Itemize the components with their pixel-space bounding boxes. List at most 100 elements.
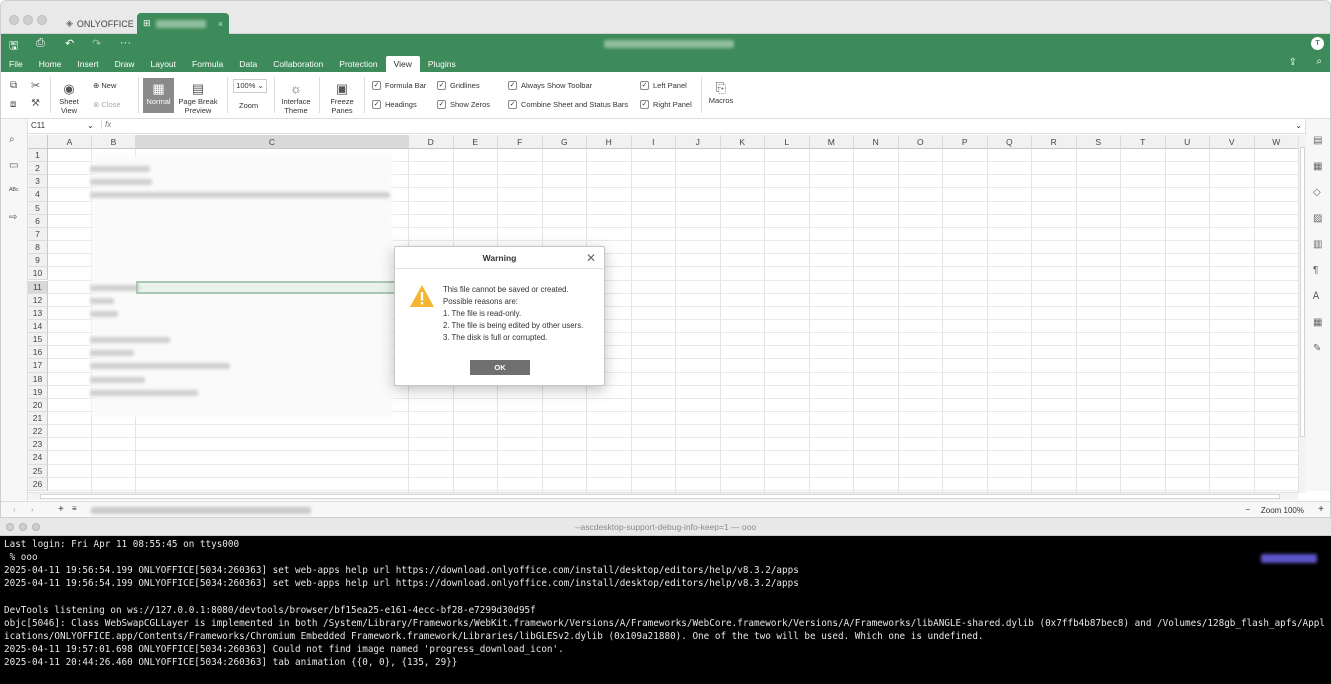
column-header-n[interactable]: N (854, 135, 899, 149)
row-header-4[interactable]: 4 (28, 188, 48, 202)
row-header-2[interactable]: 2 (28, 162, 48, 176)
zoom-in-icon[interactable]: + (1318, 504, 1324, 515)
menu-item-collaboration[interactable]: Collaboration (265, 56, 331, 72)
column-header-t[interactable]: T (1121, 135, 1166, 149)
row-header-24[interactable]: 24 (28, 451, 48, 465)
next-sheet-icon[interactable]: › (31, 505, 34, 514)
column-header-l[interactable]: L (765, 135, 810, 149)
paragraph-settings-icon[interactable]: ¶ (1313, 265, 1318, 276)
spreadsheet-grid[interactable]: A B C D E F G H I J K L M N O P Q R S T U V W 1 2 3 4 5 6 7 8 9 10 11 12 13… (28, 135, 1298, 493)
row-header-16[interactable]: 16 (28, 346, 48, 360)
prev-sheet-icon[interactable]: ‹ (13, 505, 16, 514)
column-header-b[interactable]: B (92, 135, 136, 149)
pivot-settings-icon[interactable]: ▦ (1313, 317, 1322, 328)
row-header-7[interactable]: 7 (28, 227, 48, 242)
add-sheet-icon[interactable]: + (58, 504, 64, 515)
menu-item-data[interactable]: Data (231, 56, 265, 72)
row-header-9[interactable]: 9 (28, 254, 48, 268)
image-settings-icon[interactable]: ▨ (1313, 213, 1322, 224)
checkbox-gridlines[interactable]: ✓ Gridlines (437, 81, 480, 90)
close-sheet-view-button[interactable]: ⊗ Close (93, 100, 121, 109)
row-header-19[interactable]: 19 (28, 385, 48, 399)
column-header-v[interactable]: V (1210, 135, 1255, 149)
column-header-p[interactable]: P (943, 135, 988, 149)
text-art-icon[interactable]: Ꭺ (1313, 291, 1320, 302)
row-header-17[interactable]: 17 (28, 359, 48, 373)
column-header-a[interactable]: A (48, 135, 92, 149)
ok-button[interactable]: OK (470, 360, 530, 375)
menu-item-draw[interactable]: Draw (107, 56, 143, 72)
row-header-1[interactable]: 1 (28, 149, 48, 163)
freeze-panes-button[interactable]: ▣ Freeze Panes (326, 80, 358, 115)
menu-item-view[interactable]: View (385, 56, 420, 72)
menu-item-layout[interactable]: Layout (143, 56, 185, 72)
checkbox-show-zeros[interactable]: ✓ Show Zeros (437, 100, 490, 109)
minimize-window-button[interactable] (23, 15, 33, 25)
row-header-26[interactable]: 26 (28, 477, 48, 491)
shape-settings-icon[interactable]: ◇ (1313, 187, 1321, 198)
function-icon[interactable]: fx (101, 120, 111, 129)
search-icon[interactable]: ⌕ (1316, 56, 1322, 67)
menu-item-formula[interactable]: Formula (184, 56, 231, 72)
close-icon[interactable]: ✕ (586, 251, 596, 265)
chart-settings-icon[interactable]: ▥ (1313, 239, 1322, 250)
checkbox-combine-sheet-and-status-bars[interactable]: ✓ Combine Sheet and Status Bars (508, 100, 628, 109)
row-header-20[interactable]: 20 (28, 398, 48, 412)
vertical-scrollbar[interactable] (1298, 135, 1306, 493)
row-header-6[interactable]: 6 (28, 214, 48, 228)
print-icon[interactable]: ⎙ (36, 37, 45, 50)
feedback-icon[interactable]: ⇨ (9, 212, 17, 223)
sheet-tab[interactable] (91, 507, 311, 514)
column-header-j[interactable]: J (676, 135, 721, 149)
column-header-e[interactable]: E (453, 135, 498, 149)
expand-formula-icon[interactable]: ⌄ (1295, 121, 1302, 130)
checkbox-right-panel[interactable]: ✓ Right Panel (640, 100, 692, 109)
column-header-c[interactable]: C (136, 135, 409, 149)
new-sheet-view-button[interactable]: ⊕ New (93, 81, 116, 90)
row-header-5[interactable]: 5 (28, 201, 48, 215)
copy-icon[interactable]: ⧉ (10, 80, 17, 91)
row-header-23[interactable]: 23 (28, 438, 48, 452)
column-header-u[interactable]: U (1165, 135, 1210, 149)
page-break-preview-button[interactable]: ▤ Page Break Preview (177, 80, 219, 115)
terminal-zoom-button[interactable] (32, 523, 40, 531)
terminal-close-button[interactable] (6, 523, 14, 531)
row-header-25[interactable]: 25 (28, 464, 48, 478)
terminal-minimize-button[interactable] (19, 523, 27, 531)
comments-icon[interactable]: ▭ (9, 160, 18, 171)
column-header-k[interactable]: K (720, 135, 765, 149)
row-header-22[interactable]: 22 (28, 425, 48, 439)
row-header-10[interactable]: 10 (28, 267, 48, 281)
row-header-14[interactable]: 14 (28, 319, 48, 334)
paste-icon[interactable]: ⧈ (10, 99, 16, 110)
more-icon[interactable]: ··· (120, 37, 131, 49)
normal-view-button[interactable]: ▦ Normal (143, 78, 174, 113)
checkbox-left-panel[interactable]: ✓ Left Panel (640, 81, 687, 90)
signature-icon[interactable]: ✎ (1313, 343, 1321, 354)
zoom-window-button[interactable] (37, 15, 47, 25)
row-header-15[interactable]: 15 (28, 333, 48, 347)
selected-cell[interactable] (136, 280, 409, 294)
format-painter-icon[interactable]: ⚒ (31, 98, 40, 109)
column-header-i[interactable]: I (631, 135, 676, 149)
checkbox-always-show-toolbar[interactable]: ✓ Always Show Toolbar (508, 81, 592, 90)
tab-onlyoffice-home[interactable]: ◈ ONLYOFFICE (58, 13, 134, 34)
menu-item-file[interactable]: File (1, 56, 31, 72)
zoom-select[interactable]: 100% ⌄ (233, 79, 267, 93)
column-header-s[interactable]: S (1076, 135, 1121, 149)
close-window-button[interactable] (9, 15, 19, 25)
menu-item-plugins[interactable]: Plugins (420, 56, 464, 72)
macros-button[interactable]: ⎘ Macros (706, 79, 736, 105)
sheet-view-button[interactable]: ◉ Sheet View (55, 80, 83, 115)
column-header-h[interactable]: H (587, 135, 632, 149)
row-header-11[interactable]: 11 (28, 280, 48, 294)
formula-input[interactable] (114, 119, 1284, 133)
interface-theme-button[interactable]: ☼ Interface Theme (279, 80, 313, 115)
zoom-out-icon[interactable]: − (1245, 505, 1250, 514)
row-header-21[interactable]: 21 (28, 412, 48, 426)
checkbox-formula-bar[interactable]: ✓ Formula Bar (372, 81, 426, 90)
sheet-list-icon[interactable]: ≡ (72, 504, 77, 513)
search-panel-icon[interactable]: ⌕ (9, 134, 15, 145)
select-all-corner[interactable] (28, 135, 48, 149)
column-header-q[interactable]: Q (987, 135, 1032, 149)
